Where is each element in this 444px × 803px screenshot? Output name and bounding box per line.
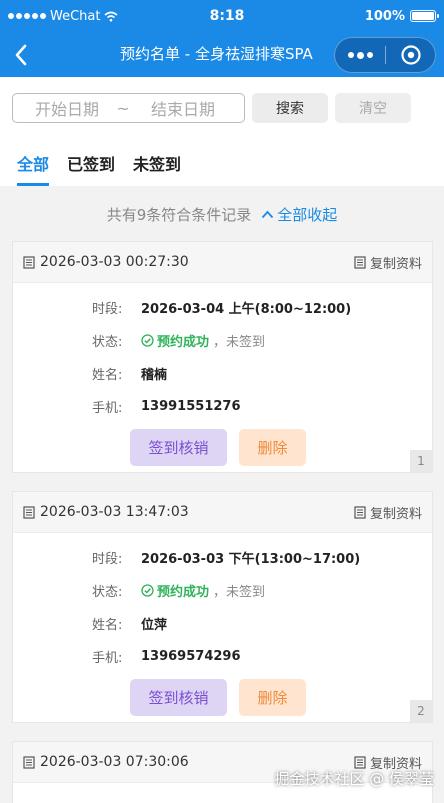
phone-value: 13991551276	[141, 399, 241, 414]
more-menu-button[interactable]	[335, 38, 385, 72]
filter-tabs: 全部 已签到 未签到	[0, 139, 444, 186]
sign-status: ，未签到	[213, 585, 266, 600]
status-badge: 预约成功	[141, 581, 209, 600]
tab-checked-in[interactable]: 已签到	[67, 139, 115, 186]
status-badge: 预约成功	[141, 331, 209, 350]
carrier: WeChat	[50, 8, 101, 24]
collapse-all-button[interactable]: 全部收起	[261, 204, 337, 225]
booking-card: 2026-03-03 00:27:30 复制资料 时段: 2026-03-04 上…	[12, 241, 433, 473]
wifi-icon	[104, 11, 118, 21]
name-value: 稽楠	[141, 368, 168, 383]
back-arrow-icon	[15, 44, 27, 65]
page-title: 预约名单 - 全身祛湿排寒SPA	[120, 45, 313, 63]
created-time: 2026-03-03 13:47:03	[40, 504, 189, 520]
date-separator: ~	[116, 98, 130, 118]
name-row: 姓名: 位萍	[92, 607, 432, 640]
copy-info-button[interactable]: 复制资料	[354, 253, 422, 272]
checkin-button[interactable]: 签到核销	[130, 429, 227, 466]
period-row: 时段: 2026-03-04 上午(8:00~12:00)	[92, 291, 432, 324]
copy-icon	[354, 255, 366, 269]
phone-value: 13969574296	[141, 649, 241, 664]
clear-button[interactable]: 清空	[335, 93, 411, 123]
chevron-up-icon	[262, 210, 274, 218]
copy-icon	[354, 505, 366, 519]
tab-not-checked-in[interactable]: 未签到	[133, 139, 181, 186]
start-date-field[interactable]: 开始日期	[23, 96, 105, 120]
created-time: 2026-03-03 07:30:06	[40, 754, 189, 770]
delete-button[interactable]: 删除	[239, 679, 306, 716]
name-row: 姓名: 稽楠	[92, 357, 432, 390]
phone-row: 手机: 13991551276	[92, 399, 241, 416]
check-circle-icon	[141, 334, 154, 347]
search-button[interactable]: 搜索	[252, 93, 328, 123]
status-row: 状态: 预约成功 ，未签到	[92, 324, 432, 357]
copy-info-button[interactable]: 复制资料	[354, 503, 422, 522]
tab-all[interactable]: 全部	[17, 139, 50, 186]
name-value: 位萍	[141, 618, 168, 633]
collapse-all-label: 全部收起	[277, 205, 338, 224]
battery-level: 100%	[364, 8, 405, 24]
check-circle-icon	[141, 584, 154, 597]
copy-icon	[354, 755, 366, 769]
document-icon	[23, 755, 35, 769]
period-row: 时段: 2026-03-03 下午(13:00~17:00)	[92, 541, 432, 574]
period-value: 2026-03-04 上午(8:00~12:00)	[141, 302, 352, 317]
card-index: 2	[410, 700, 432, 722]
search-row: 开始日期 ~ 结束日期 搜索 清空	[0, 77, 444, 139]
period-value: 2026-03-03 下午(13:00~17:00)	[141, 552, 361, 567]
watermark: 掘金技术社区 @ 侯翠莹	[274, 770, 434, 788]
target-close-icon	[400, 45, 421, 65]
booking-card: 2026-03-03 13:47:03 复制资料 时段: 2026-03-03 下…	[12, 491, 433, 723]
status-row: 状态: 预约成功 ，未签到	[92, 574, 432, 607]
card-header: 2026-03-03 13:47:03 复制资料	[13, 492, 432, 533]
sign-status: ，未签到	[213, 335, 266, 350]
phone-row: 手机: 13969574296	[92, 649, 241, 666]
end-date-field[interactable]: 结束日期	[141, 96, 234, 120]
result-count-text: 共有9条符合条件记录	[106, 205, 252, 224]
signal-icon	[8, 13, 46, 19]
document-icon	[23, 505, 35, 519]
clock: 8:18	[209, 8, 245, 24]
card-header: 2026-03-03 00:27:30 复制资料	[13, 242, 432, 283]
battery-icon	[410, 10, 439, 22]
created-time: 2026-03-03 00:27:30	[40, 254, 189, 270]
close-mini-program-button[interactable]	[386, 38, 435, 72]
back-button[interactable]	[4, 32, 38, 77]
card-index: 1	[410, 450, 432, 472]
mini-program-capsule	[334, 37, 436, 73]
result-summary: 共有9条符合条件记录 全部收起	[0, 186, 444, 242]
delete-button[interactable]: 删除	[239, 429, 306, 466]
nav-bar: 预约名单 - 全身祛湿排寒SPA	[0, 32, 444, 77]
status-bar: WeChat 8:18 100%	[0, 0, 444, 32]
document-icon	[23, 255, 35, 269]
checkin-button[interactable]: 签到核销	[130, 679, 227, 716]
date-range-picker[interactable]: 开始日期 ~ 结束日期	[12, 93, 245, 123]
